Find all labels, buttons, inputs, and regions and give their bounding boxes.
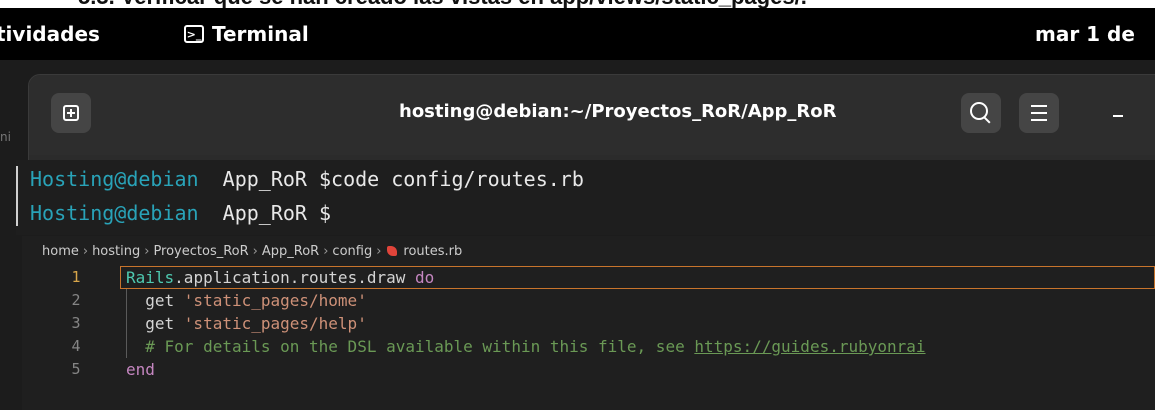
ruby-file-icon (387, 246, 398, 256)
terminal-output[interactable]: Hosting@debian App_RoR $code config/rout… (16, 160, 1155, 235)
terminal-line: Hosting@debian App_RoR $code config/rout… (30, 167, 584, 191)
code-token-class: Rails (126, 268, 175, 287)
code-text: # For details on the DSL available withi… (126, 335, 925, 358)
minimize-icon[interactable] (1113, 115, 1123, 117)
terminal-line: Hosting@debian App_RoR $ (30, 201, 332, 225)
code-line[interactable]: 4 # For details on the DSL available wit… (22, 335, 1155, 358)
code-token-link[interactable]: https://guides.rubyonrai (694, 337, 925, 356)
chevron-right-icon: › (82, 243, 89, 259)
breadcrumb-item[interactable]: home (42, 244, 79, 259)
chevron-right-icon: › (144, 243, 150, 259)
line-number: 4 (71, 337, 81, 355)
terminal-headerbar: hosting@debian:~/Proyectos_RoR/App_RoR (29, 75, 1155, 155)
app-menu-terminal[interactable]: >_ Terminal (184, 22, 309, 46)
document-heading: 5.3. Verificar que se han creado las vis… (78, 0, 807, 8)
breadcrumb-item[interactable]: Proyectos_RoR (153, 244, 248, 259)
code-token-plain: .application.routes.draw (174, 268, 415, 287)
new-tab-button[interactable] (51, 93, 91, 133)
code-text: end (126, 358, 155, 381)
chevron-right-icon: › (376, 243, 382, 259)
code-line[interactable]: 2 get 'static_pages/home' (22, 289, 1155, 312)
code-token-kw: do (415, 268, 435, 287)
search-button[interactable] (961, 93, 1001, 133)
breadcrumb-item-file[interactable]: routes.rb (403, 244, 462, 259)
terminal-edge-marker (16, 166, 18, 226)
code-token-cmt: # For details on the DSL available withi… (126, 337, 695, 356)
code-line[interactable]: 5 end (22, 358, 1155, 381)
code-token-str: 'static_pages/home' (183, 291, 367, 310)
chevron-right-icon: › (323, 243, 329, 259)
line-number: 1 (71, 268, 81, 286)
breadcrumb-item[interactable]: hosting (92, 244, 140, 259)
clock[interactable]: mar 1 de (1035, 22, 1135, 46)
code-token-plain: get (126, 314, 184, 333)
code-text: Rails.application.routes.draw do (126, 266, 434, 289)
breadcrumb-item[interactable]: config (332, 244, 372, 259)
terminal-icon: >_ (184, 25, 204, 43)
code-line[interactable]: 3 get 'static_pages/help' (22, 312, 1155, 335)
code-text: get 'static_pages/help' (126, 312, 367, 335)
code-line[interactable]: 1 Rails.application.routes.draw do (22, 266, 1155, 289)
breadcrumb: home › hosting › Proyectos_RoR › App_RoR › c… (42, 240, 462, 262)
app-menu-label: Terminal (212, 22, 309, 46)
search-icon (970, 102, 988, 120)
activities-button[interactable]: tividades (0, 22, 100, 46)
line-number: 2 (71, 291, 81, 309)
breadcrumb-item[interactable]: App_RoR (262, 244, 319, 259)
hamburger-menu-icon (1031, 105, 1047, 121)
chevron-right-icon: › (252, 243, 258, 259)
code-token-str: 'static_pages/help' (183, 314, 367, 333)
code-token-plain: get (126, 291, 184, 310)
code-text: get 'static_pages/home' (126, 289, 367, 312)
top-bar: tividades >_ Terminal mar 1 de (0, 8, 1155, 60)
line-number: 5 (71, 360, 81, 378)
line-number: 3 (71, 314, 81, 332)
window-title: hosting@debian:~/Proyectos_RoR/App_RoR (399, 101, 837, 122)
menu-button[interactable] (1019, 93, 1059, 133)
plus-box-icon (63, 105, 79, 121)
code-editor[interactable]: home › hosting › Proyectos_RoR › App_RoR › c… (22, 236, 1155, 410)
code-token-kw: end (126, 360, 155, 379)
